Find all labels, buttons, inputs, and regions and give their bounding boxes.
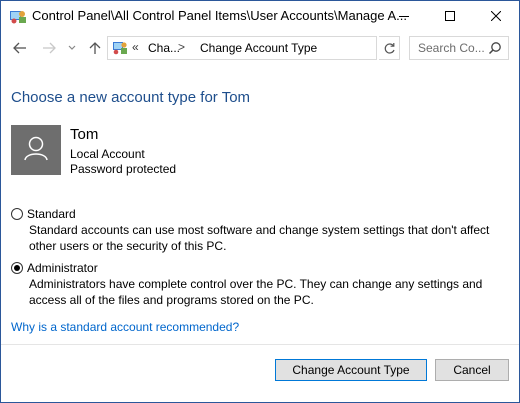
control-panel-icon: [9, 8, 27, 24]
close-icon: [491, 11, 501, 21]
footer-divider: [1, 344, 519, 345]
user-avatar-icon: [24, 136, 48, 161]
refresh-icon: [384, 42, 395, 54]
minimize-icon: [399, 16, 409, 17]
user-avatar: [11, 125, 61, 175]
window-title: Control Panel\All Control Panel Items\Us…: [32, 8, 408, 23]
standard-radio-label[interactable]: Standard: [27, 207, 76, 221]
breadcrumb-change-account-type[interactable]: Change Account Type: [200, 41, 317, 55]
search-box[interactable]: Search Co...: [409, 36, 509, 60]
cancel-button[interactable]: Cancel: [435, 359, 509, 381]
user-name: Tom: [70, 126, 99, 143]
maximize-button[interactable]: [427, 1, 473, 31]
title-bar: Control Panel\All Control Panel Items\Us…: [1, 1, 519, 31]
administrator-description-line: access all of the files and programs sto…: [29, 293, 314, 307]
close-button[interactable]: [473, 1, 519, 31]
back-arrow-icon[interactable]: [12, 40, 28, 56]
address-overflow-chevron[interactable]: «: [132, 40, 139, 54]
maximize-icon: [445, 11, 455, 21]
standard-description: Standard accounts can use most software …: [29, 222, 489, 254]
breadcrumb-separator[interactable]: >: [178, 40, 185, 54]
history-dropdown-icon[interactable]: [64, 40, 80, 56]
search-input[interactable]: Search Co...: [418, 41, 485, 55]
up-arrow-icon[interactable]: [87, 40, 103, 56]
standard-radio[interactable]: [11, 208, 23, 220]
standard-description-line: other users or the security of this PC.: [29, 239, 227, 253]
breadcrumb-user-accounts[interactable]: Cha...: [148, 41, 180, 55]
administrator-description: Administrators have complete control ove…: [29, 276, 482, 308]
forward-arrow-icon[interactable]: [41, 40, 57, 56]
standard-description-line: Standard accounts can use most software …: [29, 223, 490, 237]
standard-account-help-link[interactable]: Why is a standard account recommended?: [11, 320, 239, 334]
navigation-bar: « Cha... > Change Account Type Search Co…: [1, 32, 519, 64]
user-account-type: Local Account: [70, 147, 145, 161]
control-panel-icon: [112, 40, 128, 56]
user-password-status: Password protected: [70, 162, 177, 176]
refresh-button[interactable]: [379, 36, 400, 60]
minimize-button[interactable]: [381, 1, 427, 31]
search-icon[interactable]: [488, 41, 502, 55]
control-panel-window: Control Panel\All Control Panel Items\Us…: [0, 0, 520, 403]
administrator-description-line: Administrators have complete control ove…: [29, 277, 483, 291]
change-account-type-button[interactable]: Change Account Type: [275, 359, 427, 381]
page-title: Choose a new account type for Tom: [11, 89, 251, 106]
administrator-radio-label[interactable]: Administrator: [27, 261, 98, 275]
address-bar[interactable]: « Cha... > Change Account Type: [107, 36, 476, 60]
administrator-radio[interactable]: [11, 262, 23, 274]
